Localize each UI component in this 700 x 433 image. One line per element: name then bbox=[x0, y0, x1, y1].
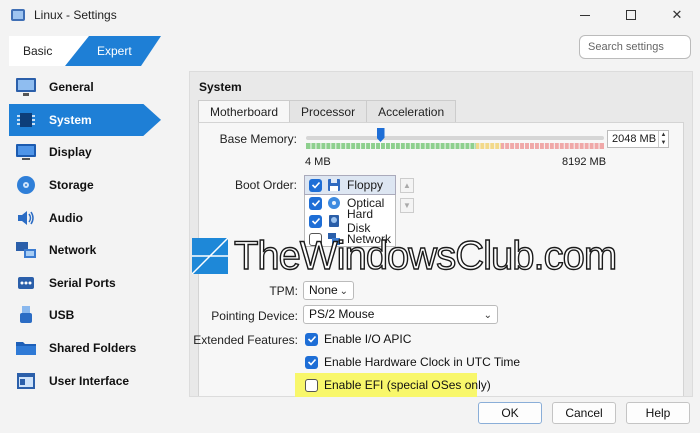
boot-optical-checkbox[interactable] bbox=[309, 196, 322, 210]
chip-icon bbox=[15, 110, 37, 130]
efi-option[interactable]: Enable EFI (special OSes only) bbox=[305, 378, 491, 392]
sidebar-item-label: User Interface bbox=[49, 373, 130, 388]
io-apic-checkbox[interactable] bbox=[305, 332, 318, 346]
arrow-down-icon: ▼ bbox=[403, 201, 411, 210]
arrow-up-icon: ▲ bbox=[403, 181, 411, 190]
tab-bar: Motherboard Processor Acceleration bbox=[198, 100, 457, 123]
tab-acceleration[interactable]: Acceleration bbox=[366, 100, 457, 122]
memory-spinner: ▲ ▼ bbox=[658, 131, 668, 147]
sidebar-item-label: Network bbox=[49, 243, 97, 258]
boot-item-label: Floppy bbox=[347, 178, 384, 192]
efi-checkbox[interactable] bbox=[305, 378, 318, 392]
sidebar-item-audio[interactable]: Audio bbox=[9, 201, 161, 234]
serial-port-icon bbox=[15, 273, 37, 293]
section-title: System bbox=[199, 80, 242, 94]
mode-switch: Basic Expert bbox=[9, 36, 161, 66]
pointing-device-select[interactable]: PS/2 Mouse ⌄ bbox=[303, 305, 498, 324]
memory-spinbox[interactable]: 2048 MB ▲ ▼ bbox=[607, 130, 669, 148]
spin-down-icon[interactable]: ▼ bbox=[659, 139, 668, 147]
watermark-text: TheWindowsClub.com bbox=[233, 233, 618, 278]
move-up-button[interactable]: ▲ bbox=[400, 178, 414, 193]
sidebar-item-storage[interactable]: Storage bbox=[9, 169, 161, 202]
boot-item-floppy[interactable]: Floppy bbox=[304, 175, 396, 195]
hard-disk-icon bbox=[327, 214, 341, 228]
sidebar-item-label: Storage bbox=[49, 178, 94, 193]
memory-value: 2048 MB bbox=[612, 133, 657, 145]
boot-floppy-checkbox[interactable] bbox=[309, 178, 322, 192]
sidebar-item-display[interactable]: Display bbox=[9, 136, 161, 169]
watermark: TheWindowsClub.com bbox=[192, 232, 618, 280]
usb-icon bbox=[15, 305, 37, 325]
sidebar-item-label: Audio bbox=[49, 210, 83, 225]
close-icon: ✕ bbox=[671, 7, 683, 22]
chevron-down-icon: ⌄ bbox=[339, 286, 348, 297]
memory-max-label: 8192 MB bbox=[562, 156, 607, 168]
boot-hard-disk-checkbox[interactable] bbox=[309, 214, 322, 228]
tpm-label: TPM: bbox=[269, 284, 298, 298]
boot-item-hard-disk[interactable]: Hard Disk bbox=[305, 207, 395, 235]
io-apic-option[interactable]: Enable I/O APIC bbox=[305, 332, 411, 346]
extended-features-label: Extended Features: bbox=[193, 333, 298, 347]
display-icon bbox=[15, 142, 37, 162]
utc-clock-checkbox[interactable] bbox=[305, 355, 318, 369]
title-bar: Linux - Settings ✕ bbox=[0, 0, 700, 30]
memory-slider-scale bbox=[306, 143, 604, 149]
utc-clock-label: Enable Hardware Clock in UTC Time bbox=[324, 355, 521, 369]
sidebar-item-label: Shared Folders bbox=[49, 341, 137, 356]
pointing-device-value: PS/2 Mouse bbox=[309, 307, 375, 321]
windows-logo-icon bbox=[192, 238, 228, 274]
ok-button[interactable]: OK bbox=[478, 402, 542, 424]
sidebar-item-label: Serial Ports bbox=[49, 275, 116, 290]
base-memory-label: Base Memory: bbox=[219, 132, 297, 146]
move-down-button[interactable]: ▼ bbox=[400, 198, 414, 213]
chevron-down-icon: ⌄ bbox=[483, 310, 492, 321]
minimize-button[interactable] bbox=[562, 0, 608, 30]
memory-min-label: 4 MB bbox=[305, 156, 331, 168]
maximize-button[interactable] bbox=[608, 0, 654, 30]
efi-label: Enable EFI (special OSes only) bbox=[324, 378, 491, 392]
window-icon bbox=[15, 371, 37, 391]
sidebar-item-label: USB bbox=[49, 308, 75, 323]
sidebar: General System Display Storage Audio Net… bbox=[9, 71, 161, 397]
speaker-icon bbox=[15, 208, 37, 228]
io-apic-label: Enable I/O APIC bbox=[324, 332, 412, 346]
sidebar-item-network[interactable]: Network bbox=[9, 234, 161, 267]
window-title: Linux - Settings bbox=[34, 8, 117, 22]
tab-motherboard[interactable]: Motherboard bbox=[198, 100, 291, 123]
folder-icon bbox=[15, 338, 37, 358]
help-button[interactable]: Help bbox=[626, 402, 690, 424]
monitor-icon bbox=[15, 77, 37, 97]
search-box bbox=[579, 35, 691, 59]
boot-order-label: Boot Order: bbox=[234, 178, 297, 192]
sidebar-item-system[interactable]: System bbox=[9, 103, 161, 137]
sidebar-item-general[interactable]: General bbox=[9, 71, 161, 104]
minimize-icon bbox=[580, 14, 590, 16]
sidebar-item-label: Display bbox=[49, 145, 92, 160]
close-button[interactable]: ✕ bbox=[654, 0, 700, 30]
optical-disc-icon bbox=[327, 196, 341, 210]
tab-processor[interactable]: Processor bbox=[289, 100, 368, 122]
sidebar-item-serial-ports[interactable]: Serial Ports bbox=[9, 267, 161, 300]
disc-icon bbox=[15, 175, 37, 195]
tpm-select[interactable]: None ⌄ bbox=[303, 281, 354, 300]
memory-slider-track[interactable] bbox=[306, 136, 604, 140]
network-icon bbox=[15, 240, 37, 260]
maximize-icon bbox=[626, 10, 636, 20]
cancel-button[interactable]: Cancel bbox=[552, 402, 616, 424]
sidebar-item-label: General bbox=[49, 80, 94, 95]
floppy-icon bbox=[327, 178, 341, 192]
utc-clock-option[interactable]: Enable Hardware Clock in UTC Time bbox=[305, 355, 520, 369]
tpm-value: None bbox=[309, 283, 338, 297]
search-input[interactable] bbox=[588, 39, 684, 55]
sidebar-item-shared-folders[interactable]: Shared Folders bbox=[9, 332, 161, 365]
spin-up-icon[interactable]: ▲ bbox=[659, 131, 668, 139]
sidebar-item-user-interface[interactable]: User Interface bbox=[9, 364, 161, 397]
virtualbox-app-icon bbox=[11, 9, 25, 21]
sidebar-item-usb[interactable]: USB bbox=[9, 299, 161, 332]
sidebar-item-label: System bbox=[49, 112, 92, 127]
pointing-device-label: Pointing Device: bbox=[211, 309, 298, 323]
